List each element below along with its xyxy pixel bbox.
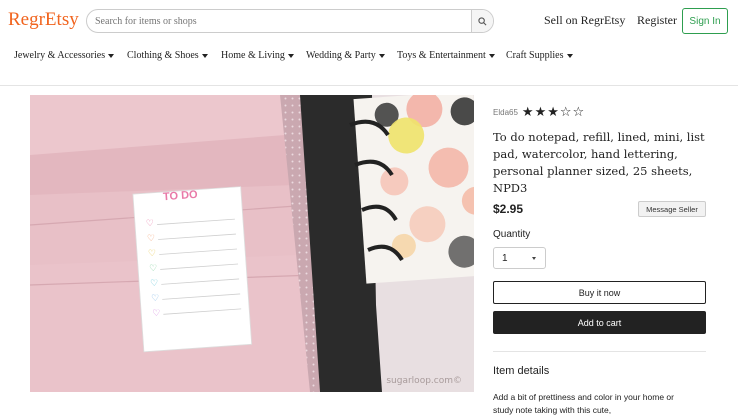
- site-logo[interactable]: RegrEtsy: [8, 9, 79, 31]
- rating-stars: ★ ★ ★ ☆ ☆: [522, 106, 584, 119]
- star-empty-icon: ☆: [559, 104, 572, 120]
- sell-link[interactable]: Sell on RegrEtsy: [544, 13, 625, 28]
- svg-text:♡: ♡: [152, 309, 161, 320]
- search-input[interactable]: [87, 10, 472, 32]
- svg-text:♡: ♡: [146, 219, 155, 230]
- svg-text:♡: ♡: [150, 279, 159, 290]
- svg-text:♡: ♡: [151, 294, 160, 305]
- caret-down-icon: [488, 53, 495, 58]
- svg-text:♡: ♡: [148, 249, 157, 260]
- caret-down-icon: [287, 53, 294, 58]
- star-filled-icon: ★: [534, 104, 547, 120]
- add-to-cart-button[interactable]: Add to cart: [493, 311, 706, 334]
- quantity-label: Quantity: [493, 229, 531, 240]
- svg-text:♡: ♡: [149, 264, 158, 275]
- item-details-text: Add a bit of prettiness and color in you…: [493, 392, 674, 415]
- category-home[interactable]: Home & Living: [221, 50, 294, 61]
- caret-down-icon: [566, 53, 573, 58]
- planner-illustration: ♡ ♡ ♡ ♡ ♡ ♡ ♡: [30, 95, 474, 392]
- notepad-heading: TO DO: [162, 188, 199, 204]
- caret-down-icon: [108, 53, 115, 58]
- header-divider: [0, 85, 738, 86]
- search-bar: [86, 9, 494, 33]
- search-icon: [478, 16, 487, 25]
- item-details-heading: Item details: [493, 365, 550, 377]
- details-divider: [493, 351, 706, 352]
- caret-down-icon: [378, 53, 385, 58]
- star-empty-icon: ☆: [572, 104, 585, 120]
- category-toys[interactable]: Toys & Entertainment: [397, 50, 495, 61]
- product-price: $2.95: [493, 202, 524, 216]
- quantity-value: 1: [502, 252, 508, 264]
- message-seller-button[interactable]: Message Seller: [638, 201, 706, 217]
- category-craft[interactable]: Craft Supplies: [506, 50, 573, 61]
- svg-text:♡: ♡: [147, 234, 156, 245]
- search-button[interactable]: [471, 10, 493, 32]
- seller-row: Elda65 ★ ★ ★ ☆ ☆: [493, 104, 584, 120]
- photo-watermark: sugarloop.com©: [386, 376, 462, 386]
- star-filled-icon: ★: [547, 104, 559, 120]
- signin-button[interactable]: Sign In: [682, 8, 728, 34]
- chevron-down-icon: [532, 257, 536, 260]
- product-photo[interactable]: ♡ ♡ ♡ ♡ ♡ ♡ ♡ TO DO sugarloop.com©: [30, 95, 474, 392]
- register-link[interactable]: Register: [637, 13, 677, 28]
- star-filled-icon: ★: [521, 104, 534, 120]
- quantity-select[interactable]: 1: [493, 247, 546, 269]
- category-nav: Jewelry & Accessories Clothing & Shoes H…: [0, 50, 738, 68]
- product-title: To do notepad, refill, lined, mini, list…: [493, 130, 705, 195]
- buy-now-button[interactable]: Buy it now: [493, 281, 706, 304]
- category-clothing[interactable]: Clothing & Shoes: [127, 50, 208, 61]
- site-header: RegrEtsy Sell on RegrEtsy Register Sign …: [0, 0, 738, 42]
- category-jewelry[interactable]: Jewelry & Accessories: [14, 50, 115, 61]
- seller-name[interactable]: Elda65: [493, 108, 518, 117]
- caret-down-icon: [201, 53, 208, 58]
- category-wedding[interactable]: Wedding & Party: [306, 50, 385, 61]
